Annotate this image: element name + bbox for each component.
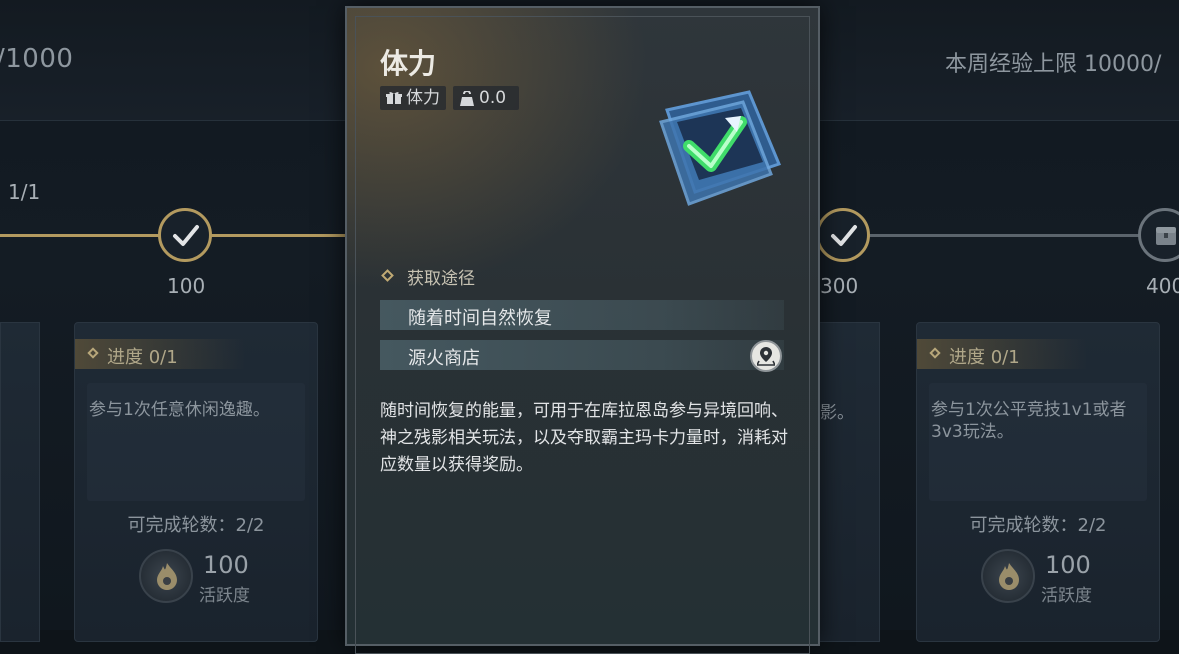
diamond-icon	[929, 347, 941, 359]
milestone-node-100[interactable]	[158, 208, 212, 262]
diamond-icon	[381, 269, 394, 282]
item-description: 随时间恢复的能量，可用于在库拉恩岛参与异境回响、神之残影相关玩法，以及夺取霸主玛…	[380, 401, 788, 475]
card-points: 100	[203, 551, 249, 579]
task-card-partial[interactable]	[0, 322, 40, 642]
activity-flame-icon	[139, 549, 193, 603]
source-option-label: 随着时间自然恢复	[408, 308, 552, 329]
card-progress-header: 进度 0/1	[75, 339, 245, 369]
exp-progress-value: /1000	[0, 44, 74, 74]
card-points-label: 活跃度	[1041, 586, 1092, 606]
card-description: 参与1次公平竞技1v1或者3v3玩法。	[931, 400, 1127, 442]
item-tooltip: 体力 体力 0.0 获取途径 随着时间自然恢复 源火商店 随时间恢复的能量，可用…	[345, 6, 820, 654]
card-points: 100	[1045, 551, 1091, 579]
milestone-label-400: 400	[1146, 274, 1179, 298]
map-location-button[interactable]	[750, 340, 782, 372]
card-progress-header: 进度 0/1	[917, 339, 1087, 369]
card-points-label: 活跃度	[199, 586, 250, 606]
milestone-label-300: 300	[820, 274, 859, 298]
stamina-item-icon	[659, 90, 782, 206]
diamond-icon	[87, 347, 99, 359]
card-description: 参与1次任意休闲逸趣。	[89, 400, 270, 420]
check-icon	[173, 225, 199, 246]
track-fraction: 1/1	[8, 180, 41, 204]
weight-icon	[460, 91, 474, 106]
check-icon	[831, 225, 857, 246]
item-weight-text: 0.0	[479, 88, 507, 108]
gift-box-icon	[386, 92, 402, 104]
card-rounds: 可完成轮数：2/2	[969, 515, 1107, 536]
item-type-text: 体力	[406, 88, 440, 108]
source-option-shop[interactable]: 源火商店	[380, 340, 784, 370]
treasure-chest-icon	[1156, 227, 1176, 245]
task-card[interactable]: 进度 0/1 参与1次公平竞技1v1或者3v3玩法。 可完成轮数：2/2 100…	[916, 322, 1160, 642]
activity-flame-icon	[981, 549, 1035, 603]
task-card-partial[interactable]	[820, 322, 880, 642]
card-rounds: 可完成轮数：2/2	[127, 515, 265, 536]
card-progress: 进度 0/1	[949, 347, 1020, 368]
milestone-label-100: 100	[167, 274, 206, 298]
map-pin-icon	[757, 347, 775, 366]
task-card[interactable]: 进度 0/1 参与1次任意休闲逸趣。 可完成轮数：2/2 100 活跃度	[74, 322, 318, 642]
card-description-partial: 影。	[820, 403, 854, 423]
source-option-natural-recovery[interactable]: 随着时间自然恢复	[380, 300, 784, 330]
source-option-label: 源火商店	[408, 348, 480, 369]
card-progress: 进度 0/1	[107, 347, 178, 368]
item-weight-tag: 0.0	[453, 86, 519, 110]
milestone-node-300[interactable]	[816, 208, 870, 262]
weekly-exp-cap: 本周经验上限 10000/	[945, 52, 1162, 77]
item-title: 体力	[380, 47, 437, 80]
item-type-tag: 体力	[380, 86, 446, 110]
